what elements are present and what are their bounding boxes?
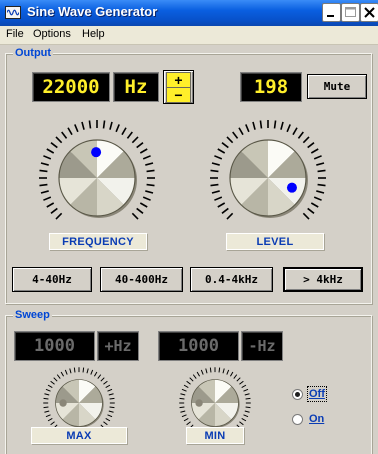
maximize-icon — [345, 7, 356, 17]
sweep-max-label: MAX — [31, 427, 127, 444]
mute-button[interactable]: Mute — [307, 74, 367, 99]
level-label: LEVEL — [226, 233, 324, 250]
range-button-4-40hz[interactable]: 4-40Hz — [12, 267, 92, 292]
sweep-on-radio[interactable] — [292, 413, 303, 425]
minimize-icon — [327, 15, 334, 17]
range-button-0-4-4khz[interactable]: 0.4-4kHz — [190, 267, 273, 292]
level-display: 198 — [240, 72, 302, 102]
knob-indicator — [286, 182, 297, 193]
sweep-min-label: MIN — [186, 427, 244, 444]
plus-button[interactable]: + — [166, 72, 191, 88]
menu-file[interactable]: File — [6, 28, 24, 40]
sweep-group-label: Sweep — [13, 309, 52, 321]
close-icon — [364, 7, 375, 18]
menu-options[interactable]: Options — [33, 28, 71, 40]
frequency-label: FREQUENCY — [49, 233, 147, 250]
frequency-step-control: + − — [163, 70, 194, 104]
knob-indicator — [195, 399, 203, 407]
sweep-plus-unit-display: +Hz — [97, 331, 139, 361]
knob-indicator — [59, 399, 67, 407]
minus-button[interactable]: − — [166, 87, 191, 103]
minimize-button[interactable] — [322, 3, 341, 22]
sweep-off-radio[interactable] — [292, 388, 303, 400]
app-icon[interactable] — [5, 6, 21, 19]
range-button-40-400hz[interactable]: 40-400Hz — [100, 267, 183, 292]
sweep-max-display: 1000 — [14, 331, 95, 361]
sweep-off-option[interactable]: Off — [292, 386, 327, 402]
sweep-minus-unit-display: -Hz — [241, 331, 283, 361]
menu-bar: File Options Help — [0, 26, 378, 45]
frequency-knob[interactable] — [37, 118, 157, 238]
close-button[interactable] — [360, 3, 378, 22]
frequency-display: 22000 — [32, 72, 110, 102]
level-knob[interactable] — [208, 118, 328, 238]
sweep-off-label[interactable]: Off — [307, 386, 327, 402]
menu-help[interactable]: Help — [82, 28, 105, 40]
sweep-on-option[interactable]: On — [292, 413, 324, 425]
sweep-on-label[interactable]: On — [309, 413, 324, 425]
output-group-label: Output — [13, 47, 54, 59]
maximize-button[interactable] — [341, 3, 360, 22]
sweep-min-display: 1000 — [158, 331, 239, 361]
window-title: Sine Wave Generator — [27, 4, 158, 19]
range-button-over-4khz[interactable]: > 4kHz — [283, 267, 363, 292]
frequency-unit-display: Hz — [113, 72, 159, 102]
knob-indicator — [91, 147, 102, 158]
title-bar[interactable]: Sine Wave Generator — [0, 0, 378, 26]
